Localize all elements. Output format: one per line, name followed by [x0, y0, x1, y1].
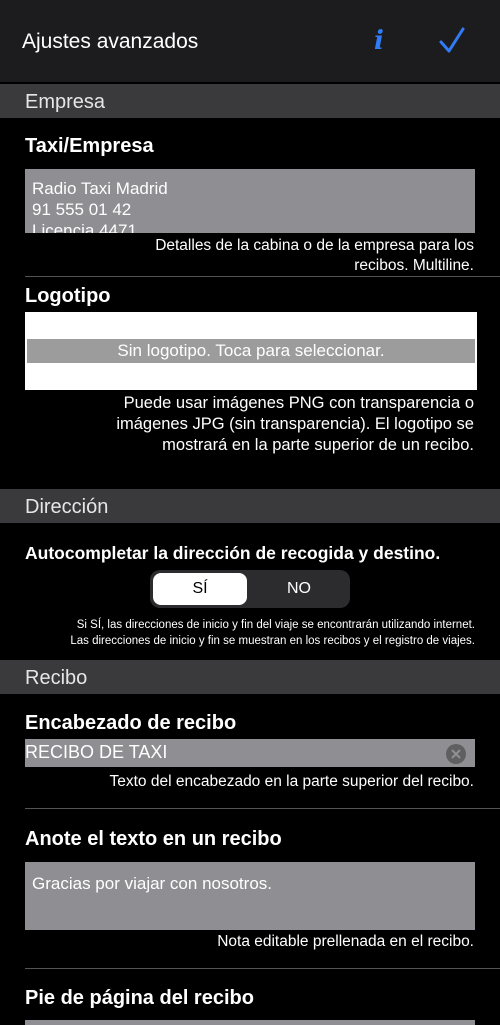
footer-label: Pie de página del recibo: [25, 987, 254, 1009]
help-line: recibos. Multiline.: [354, 257, 474, 274]
autocomplete-help: Si SÍ, las direcciones de inicio y fin d…: [25, 617, 475, 649]
note-textarea[interactable]: Gracias por viajar con nosotros.: [25, 862, 475, 930]
autocomplete-label: Autocompletar la dirección de recogida y…: [25, 543, 441, 563]
company-textarea[interactable]: Radio Taxi Madrid 91 555 01 42 Licencia …: [25, 169, 475, 233]
company-line: Licencia 4471: [32, 221, 137, 233]
section-header-empresa: Empresa: [0, 84, 500, 118]
logo-picker[interactable]: Sin logotipo. Toca para seleccionar.: [25, 312, 477, 390]
logo-label: Logotipo: [25, 285, 111, 307]
section-title: Recibo: [25, 667, 88, 689]
section-title: Dirección: [25, 496, 109, 518]
note-help: Nota editable prellenada en el recibo.: [217, 933, 474, 950]
receipt-header-help: Texto del encabezado en la parte superio…: [109, 773, 475, 790]
divider: [25, 276, 500, 277]
company-line: Radio Taxi Madrid: [32, 179, 168, 198]
logo-placeholder: Sin logotipo. Toca para seleccionar.: [27, 339, 475, 363]
page-title: Ajustes avanzados: [22, 30, 199, 53]
receipt-header-label: Encabezado de recibo: [25, 712, 237, 734]
divider: [25, 808, 500, 809]
divider: [25, 968, 500, 969]
company-label: Taxi/Empresa: [25, 135, 154, 157]
segment-no[interactable]: NO: [250, 573, 348, 605]
section-header-recibo: Recibo: [0, 660, 500, 694]
footer-textarea[interactable]: [25, 1020, 475, 1025]
receipt-header-input[interactable]: RECIBO DE TAXI: [25, 739, 475, 767]
logo-help: Puede usar imágenes PNG con transparenci…: [116, 393, 474, 456]
section-title: Empresa: [25, 91, 106, 113]
help-line: Puede usar imágenes PNG con transparenci…: [123, 394, 474, 412]
note-label: Anote el texto en un recibo: [25, 828, 282, 850]
help-line: mostrará en la parte superior de un reci…: [162, 436, 474, 454]
help-line: imágenes JPG (sin transparencia). El log…: [116, 415, 474, 433]
help-line: Si SÍ, las direcciones de inicio y fin d…: [76, 619, 475, 631]
company-line: 91 555 01 42: [32, 200, 132, 219]
checkmark-icon[interactable]: [438, 26, 466, 56]
clear-icon[interactable]: [446, 744, 466, 764]
info-icon[interactable]: i: [374, 26, 384, 56]
segment-yes[interactable]: SÍ: [153, 573, 247, 605]
receipt-header-value: RECIBO DE TAXI: [25, 742, 168, 762]
section-header-direccion: Dirección: [0, 489, 500, 523]
help-line: Detalles de la cabina o de la empresa pa…: [155, 237, 474, 254]
note-value: Gracias por viajar con nosotros.: [32, 874, 272, 893]
company-help: Detalles de la cabina o de la empresa pa…: [155, 236, 474, 276]
help-line: Las direcciones de inicio y fin se muest…: [70, 635, 475, 647]
